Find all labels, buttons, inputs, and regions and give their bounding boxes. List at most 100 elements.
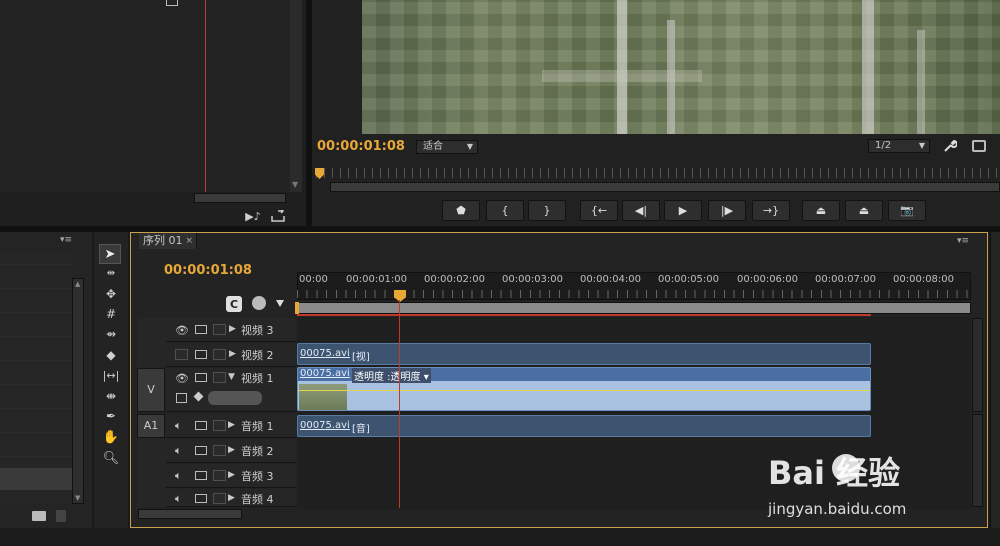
expand-track-icon[interactable]: ▶ xyxy=(228,420,235,430)
timeline-vscroll-lower[interactable] xyxy=(972,414,983,507)
new-bin-icon[interactable] xyxy=(32,511,46,521)
panel-menu-icon[interactable]: ▾≡ xyxy=(60,235,72,245)
lock-toggle[interactable] xyxy=(213,349,226,360)
razor-tool-icon[interactable]: ◆ xyxy=(101,348,121,362)
rolling-edit-tool-icon[interactable]: # xyxy=(101,307,121,321)
track-header-audio4[interactable]: 🔈︎ ▶ 音频 4 xyxy=(166,489,296,507)
track-header-audio1[interactable]: 🔈︎ ▶ 音频 1 xyxy=(166,414,296,438)
tab-sequence-01[interactable]: 序列 01 × xyxy=(139,233,197,249)
selection-tool-icon[interactable]: ➤ xyxy=(99,244,121,264)
export-frame-button[interactable]: 📷 xyxy=(888,200,926,221)
track-header-audio2[interactable]: 🔈︎ ▶ 音频 2 xyxy=(166,439,296,463)
source-playhead-line xyxy=(205,0,206,192)
scroll-up-arrow-icon[interactable]: ▲ xyxy=(75,280,80,288)
expand-track-icon[interactable]: ▶ xyxy=(228,445,235,455)
mark-out-button[interactable]: } xyxy=(528,200,566,221)
timeline-vscroll-upper[interactable] xyxy=(972,318,983,412)
opacity-rubber-band[interactable] xyxy=(298,390,870,391)
step-forward-button[interactable]: |▶ xyxy=(708,200,746,221)
step-back-button[interactable]: ◀| xyxy=(622,200,660,221)
go-to-in-button[interactable]: {← xyxy=(580,200,618,221)
slide-tool-icon[interactable]: ⇼ xyxy=(101,389,121,403)
overlay-icon[interactable] xyxy=(270,209,286,223)
speaker-icon[interactable]: 🔈︎ xyxy=(175,469,182,483)
speaker-icon[interactable]: 🔈︎ xyxy=(175,492,182,506)
settings-icon[interactable] xyxy=(972,140,986,152)
rate-stretch-tool-icon[interactable]: ⇴ xyxy=(101,327,121,341)
collapse-track-icon[interactable]: ▼ xyxy=(228,372,235,382)
insert-icon[interactable]: ▶♪ xyxy=(245,209,261,223)
snap-icon[interactable]: C xyxy=(226,296,242,312)
extract-button[interactable]: ⏏ xyxy=(845,200,883,221)
project-scrollbar[interactable] xyxy=(72,278,84,504)
project-list-selected-row[interactable] xyxy=(0,468,72,490)
ripple-edit-tool-icon[interactable]: ✥ xyxy=(101,287,121,301)
go-to-out-button[interactable]: →} xyxy=(752,200,790,221)
keyframe-icon[interactable] xyxy=(193,391,204,402)
lock-toggle[interactable] xyxy=(213,372,226,383)
panel-menu-icon[interactable]: ▾≡ xyxy=(957,236,969,246)
expand-track-icon[interactable]: ▶ xyxy=(228,493,235,503)
eye-icon[interactable]: 👁︎ xyxy=(175,372,189,385)
program-video-frame xyxy=(362,0,1000,134)
display-style-icon[interactable] xyxy=(176,393,187,403)
pen-tool-icon[interactable]: ✒ xyxy=(101,409,121,423)
sequence-marker-icon[interactable] xyxy=(252,296,266,310)
hand-tool-icon[interactable]: ✋ xyxy=(101,429,121,445)
clip-video1[interactable]: 00075.avi 透明度 :透明度 ▾ xyxy=(297,367,871,411)
track-select-tool-icon[interactable]: ⇹ xyxy=(101,266,121,280)
track-header-audio3[interactable]: 🔈︎ ▶ 音频 3 xyxy=(166,464,296,488)
eye-toggle[interactable] xyxy=(175,349,188,360)
film-icon[interactable] xyxy=(195,325,207,334)
lock-toggle[interactable] xyxy=(213,324,226,335)
source-patch-video[interactable]: V xyxy=(137,368,165,412)
slip-tool-icon[interactable]: |↔| xyxy=(101,368,121,382)
expand-track-icon[interactable]: ▶ xyxy=(228,470,235,480)
film-icon[interactable] xyxy=(195,421,207,430)
eye-icon[interactable]: 👁︎ xyxy=(175,324,189,337)
lift-button[interactable]: ⏏ xyxy=(802,200,840,221)
close-tab-icon[interactable]: × xyxy=(185,233,193,249)
lock-toggle[interactable] xyxy=(213,445,226,456)
film-icon[interactable] xyxy=(195,373,207,382)
expand-track-icon[interactable]: ▶ xyxy=(229,324,236,334)
clip-audio1[interactable]: 00075.avi [音] xyxy=(297,415,871,437)
sequence-timecode[interactable]: 00:00:01:08 xyxy=(164,263,252,278)
status-bar xyxy=(0,528,1000,546)
mark-in-button[interactable]: { xyxy=(486,200,524,221)
effect-select[interactable]: 透明度 :透明度 ▾ xyxy=(352,368,431,383)
film-icon[interactable] xyxy=(195,350,207,359)
program-zoom-scrollbar[interactable] xyxy=(330,182,1000,192)
export-frame-icon[interactable] xyxy=(166,0,178,6)
zoom-tool-icon[interactable]: 🔍︎ xyxy=(101,450,121,466)
keyframe-navigator[interactable] xyxy=(208,391,262,405)
ruler-label: 00:00:08:00 xyxy=(893,274,955,285)
source-hscroll[interactable] xyxy=(194,193,286,203)
speaker-icon[interactable]: 🔈︎ xyxy=(175,419,182,433)
work-area-start-marker[interactable] xyxy=(295,302,299,314)
film-icon[interactable] xyxy=(195,446,207,455)
speaker-icon[interactable]: 🔈︎ xyxy=(175,444,182,458)
track-header-video1[interactable]: 👁︎ ▼ 视频 1 xyxy=(166,368,296,412)
film-icon[interactable] xyxy=(195,471,207,480)
add-marker-button[interactable]: ⬟ xyxy=(442,200,480,221)
lock-toggle[interactable] xyxy=(213,420,226,431)
scroll-down-arrow-icon[interactable]: ▼ xyxy=(75,494,80,502)
fit-select[interactable]: 适合 ▼ xyxy=(416,140,478,154)
lock-toggle[interactable] xyxy=(213,493,226,504)
film-icon[interactable] xyxy=(195,494,207,503)
trash-icon[interactable] xyxy=(56,510,66,522)
play-button[interactable]: ▶ xyxy=(664,200,702,221)
timeline-hscroll[interactable] xyxy=(138,509,242,519)
clip-video2[interactable]: 00075.avi [视] xyxy=(297,343,871,365)
wrench-icon[interactable] xyxy=(942,138,958,154)
scroll-down-arrow-icon[interactable]: ▼ xyxy=(292,180,300,189)
source-patch-audio[interactable]: A1 xyxy=(137,414,165,438)
resolution-select[interactable]: 1/2 ▼ xyxy=(868,139,930,153)
add-marker-icon[interactable] xyxy=(276,300,284,307)
program-timecode[interactable]: 00:00:01:08 xyxy=(317,139,405,154)
lock-toggle[interactable] xyxy=(213,470,226,481)
program-time-ruler[interactable] xyxy=(316,168,1000,178)
source-scrollbar-track[interactable] xyxy=(290,0,302,192)
expand-track-icon[interactable]: ▶ xyxy=(229,349,236,359)
